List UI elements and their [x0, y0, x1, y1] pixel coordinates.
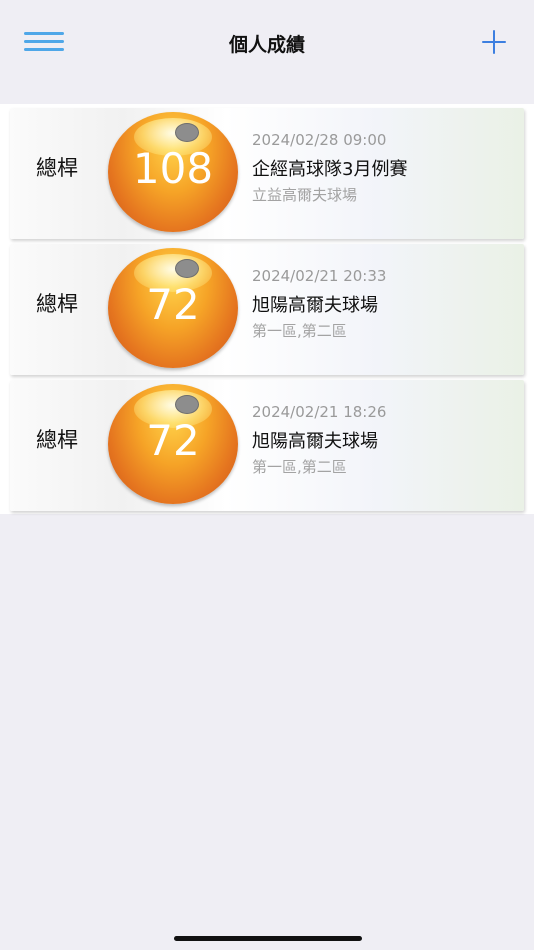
round-course: 第一區,第二區 [252, 458, 347, 476]
round-datetime: 2024/02/28 09:00 [252, 131, 387, 149]
round-datetime: 2024/02/21 18:26 [252, 403, 387, 421]
score-label: 總桿 [36, 292, 78, 316]
score-ball-icon: 72 [108, 248, 238, 368]
round-row[interactable]: 總桿 108 2024/02/28 09:00 企經高球隊3月例賽 立益高爾夫球… [10, 108, 524, 239]
round-event: 旭陽高爾夫球場 [252, 431, 378, 452]
home-indicator[interactable] [174, 936, 362, 941]
round-row[interactable]: 總桿 72 2024/02/21 18:26 旭陽高爾夫球場 第一區,第二區 [10, 380, 524, 511]
page-title: 個人成績 [228, 34, 305, 56]
round-list: 總桿 108 2024/02/28 09:00 企經高球隊3月例賽 立益高爾夫球… [0, 104, 534, 514]
round-event: 旭陽高爾夫球場 [252, 295, 378, 316]
add-round-button[interactable] [480, 28, 508, 56]
round-course: 立益高爾夫球場 [252, 186, 358, 204]
nav-bar: 個人成績 [0, 0, 534, 104]
round-datetime: 2024/02/21 20:33 [252, 267, 387, 285]
score-value: 72 [146, 416, 200, 465]
round-course: 第一區,第二區 [252, 322, 347, 340]
score-label: 總桿 [36, 428, 78, 452]
score-value: 72 [146, 280, 200, 329]
score-label: 總桿 [36, 156, 78, 180]
score-value: 108 [132, 144, 214, 193]
score-ball-icon: 108 [108, 112, 238, 232]
score-ball-icon: 72 [108, 384, 238, 504]
round-row[interactable]: 總桿 72 2024/02/21 20:33 旭陽高爾夫球場 第一區,第二區 [10, 244, 524, 375]
round-event: 企經高球隊3月例賽 [252, 159, 408, 180]
